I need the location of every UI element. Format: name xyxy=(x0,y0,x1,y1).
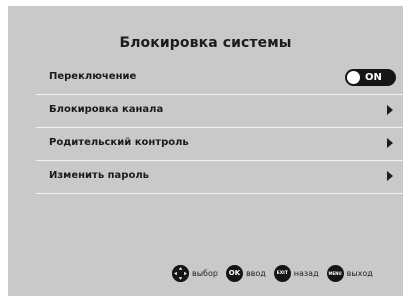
navigation-pad-icon xyxy=(172,264,189,282)
menu-item-label: Родительский контроль xyxy=(49,137,189,148)
toggle-knob xyxy=(347,71,360,84)
menu-item-channel-lock[interactable]: Блокировка канала xyxy=(36,95,404,128)
legend-label: ввод xyxy=(245,268,266,278)
menu-item-change-password[interactable]: Изменить пароль xyxy=(36,161,404,194)
legend-enter: OK ввод xyxy=(225,264,266,282)
toggle-state-label: ON xyxy=(365,72,382,83)
chevron-right-icon xyxy=(387,105,393,115)
menu-item-label: Изменить пароль xyxy=(49,170,149,181)
chevron-right-icon xyxy=(387,171,393,181)
exit-button-icon: EXIT xyxy=(273,264,291,282)
menu-item-label: Переключение xyxy=(49,71,137,82)
system-lock-screen: Блокировка системы Переключение ON Блоки… xyxy=(8,6,404,296)
legend-select: выбор xyxy=(172,264,218,282)
chevron-right-icon xyxy=(387,138,393,148)
legend-label: выбор xyxy=(192,268,218,278)
legend-exit: MENU выход xyxy=(326,264,373,282)
legend-label: выход xyxy=(346,268,373,278)
menu-item-parental-control[interactable]: Родительский контроль xyxy=(36,128,404,161)
page-title: Блокировка системы xyxy=(119,35,292,51)
legend-back: EXIT назад xyxy=(273,264,319,282)
key-legend: выбор OK ввод EXIT назад MENU выход xyxy=(172,263,373,283)
menu-item-switch[interactable]: Переключение ON xyxy=(36,62,404,95)
settings-menu: Переключение ON Блокировка канала Родите… xyxy=(36,62,404,194)
legend-label: назад xyxy=(293,268,319,278)
lock-toggle[interactable]: ON xyxy=(345,69,396,86)
ok-button-icon: OK xyxy=(225,264,243,282)
menu-item-label: Блокировка канала xyxy=(49,104,164,115)
menu-button-icon: MENU xyxy=(326,264,344,282)
